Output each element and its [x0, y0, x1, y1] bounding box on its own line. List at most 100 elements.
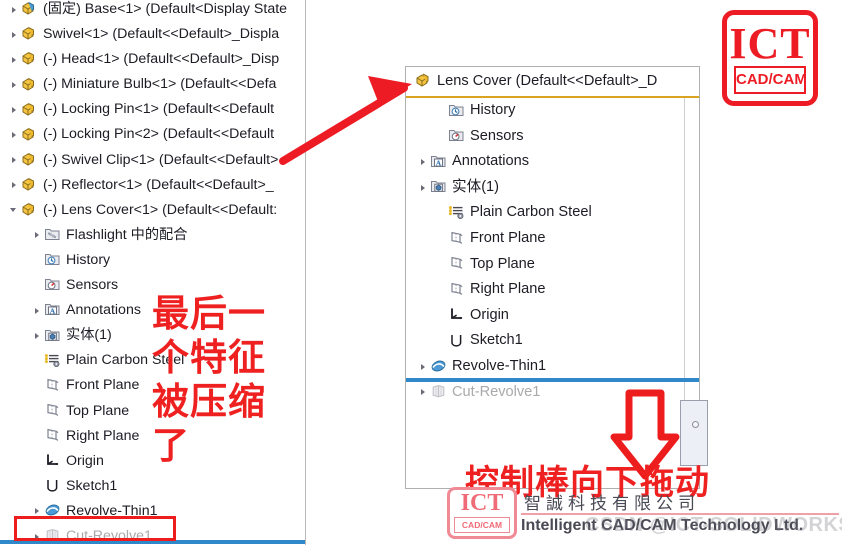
tree-row-label: (-) Reflector<1> (Default<<Default>_	[43, 176, 274, 193]
tree-row[interactable]: History	[415, 98, 699, 124]
flyout-tree-rows[interactable]: History Sensors A Annotations 实体(1) Plain Car…	[406, 98, 699, 405]
tree-row[interactable]: (-) Miniature Bulb<1> (Default<<Defa	[10, 72, 305, 97]
part-icon	[21, 50, 38, 66]
rollback-bar[interactable]	[406, 377, 699, 382]
chevron-right-icon[interactable]	[33, 507, 42, 516]
company-name-cn: 智誠科技有限公司	[524, 494, 700, 514]
chevron-right-icon[interactable]	[419, 157, 428, 166]
part-icon	[21, 76, 38, 92]
tree-row[interactable]: (-) Locking Pin<2> (Default<<Default	[10, 122, 305, 147]
tree-row-label: Annotations	[66, 302, 141, 319]
annotations-icon: A	[430, 153, 447, 169]
tree-row[interactable]: (-) Locking Pin<1> (Default<<Default	[10, 97, 305, 122]
chevron-right-icon[interactable]	[10, 131, 19, 140]
chevron-right-icon[interactable]	[10, 5, 19, 14]
tree-row-label: Right Plane	[470, 281, 546, 298]
tree-row-label: Flashlight 中的配合	[66, 226, 188, 243]
tree-row-label: Origin	[470, 306, 509, 323]
chevron-right-icon[interactable]	[10, 55, 19, 64]
tree-row-label: Sensors	[66, 277, 119, 294]
tree-row[interactable]: Right Plane	[415, 277, 699, 303]
part-icon	[21, 25, 38, 41]
ict-logo-top: ICT CAD/CAM	[722, 10, 818, 106]
ict-logo-text: ICT	[729, 19, 811, 68]
part-fixed-icon	[21, 0, 38, 16]
tree-row[interactable]: (-) Lens Cover<1> (Default<<Default:	[10, 198, 305, 223]
red-highlight-box-cut-revolve1	[14, 516, 176, 541]
tree-row-label: Origin	[66, 452, 104, 469]
annotations-icon: A	[44, 301, 61, 317]
tree-row-label: (-) Swivel Clip<1> (Default<<Default>	[43, 151, 279, 168]
tree-row[interactable]: Front Plane	[415, 226, 699, 252]
tree-row[interactable]: (固定) Base<1> (Default<Display State	[10, 0, 305, 22]
tree-row[interactable]: Sketch1	[415, 328, 699, 354]
tree-row[interactable]: Origin	[415, 303, 699, 329]
tree-row[interactable]: Cut-Revolve1	[415, 380, 699, 406]
tree-row-label: Annotations	[452, 153, 530, 170]
part-icon	[21, 101, 38, 117]
flyout-tree-header[interactable]: Lens Cover (Default<<Default>_D	[406, 67, 699, 98]
tree-row[interactable]: Revolve-Thin1	[415, 354, 699, 380]
tree-row-label: Cut-Revolve1	[452, 383, 541, 400]
chevron-right-icon[interactable]	[10, 181, 19, 190]
flyout-feature-tree-panel[interactable]: Lens Cover (Default<<Default>_D History S…	[405, 66, 700, 489]
plane-icon	[44, 427, 61, 443]
chevron-right-icon[interactable]	[10, 30, 19, 39]
chevron-right-icon[interactable]	[33, 306, 42, 315]
tree-row[interactable]: Sensors	[415, 124, 699, 150]
chevron-right-icon[interactable]	[419, 388, 428, 397]
tree-row[interactable]: (-) Swivel Clip<1> (Default<<Default>	[10, 148, 305, 173]
tree-row-label: Revolve-Thin1	[452, 357, 547, 374]
tree-row[interactable]: Plain Carbon Steel	[415, 200, 699, 226]
material-icon	[448, 204, 465, 220]
plane-icon	[448, 255, 465, 271]
flyout-tree-header-label: Lens Cover (Default<<Default>_D	[437, 73, 658, 89]
chevron-right-icon[interactable]	[419, 183, 428, 192]
tree-row[interactable]: History	[10, 248, 305, 273]
chevron-down-icon[interactable]	[10, 206, 19, 215]
tree-row[interactable]: Top Plane	[415, 252, 699, 278]
tree-row-label: Right Plane	[66, 427, 140, 444]
svg-text:A: A	[436, 158, 442, 167]
tree-row-label: (-) Lens Cover<1> (Default<<Default:	[43, 201, 278, 218]
tree-row[interactable]: (-) Head<1> (Default<<Default>_Disp	[10, 47, 305, 72]
tree-row[interactable]: Swivel<1> (Default<<Default>_Displa	[10, 22, 305, 47]
tree-row-label: History	[66, 251, 111, 268]
tree-row[interactable]: 实体(1)	[415, 175, 699, 201]
ict-logo-bottom-text: ICT	[460, 490, 504, 516]
tree-row[interactable]: A Annotations	[415, 149, 699, 175]
part-icon	[21, 201, 38, 217]
history-icon	[448, 102, 465, 118]
chevron-right-icon[interactable]	[10, 105, 19, 114]
material-icon	[44, 352, 61, 368]
part-icon	[21, 126, 38, 142]
solid-bodies-icon	[44, 327, 61, 343]
history-icon	[44, 251, 61, 267]
part-icon	[21, 151, 38, 167]
chevron-right-icon[interactable]	[419, 362, 428, 371]
tree-row-label: (固定) Base<1> (Default<Display State	[43, 1, 288, 17]
tree-row[interactable]: (-) Reflector<1> (Default<<Default>_	[10, 173, 305, 198]
tree-row-label: Plain Carbon Steel	[470, 204, 592, 221]
solid-bodies-icon	[430, 178, 447, 194]
ict-logo-subtext: CAD/CAM	[734, 66, 807, 94]
chevron-right-icon[interactable]	[10, 156, 19, 165]
plane-icon	[44, 402, 61, 418]
tree-row-label: (-) Miniature Bulb<1> (Default<<Defa	[43, 76, 277, 93]
chevron-right-icon[interactable]	[10, 80, 19, 89]
tree-row[interactable]: Sketch1	[10, 474, 305, 499]
chevron-right-icon[interactable]	[33, 331, 42, 340]
plane-icon	[44, 377, 61, 393]
tree-row[interactable]: Flashlight 中的配合	[10, 223, 305, 248]
sensors-icon	[44, 276, 61, 292]
chevron-right-icon[interactable]	[33, 231, 42, 240]
